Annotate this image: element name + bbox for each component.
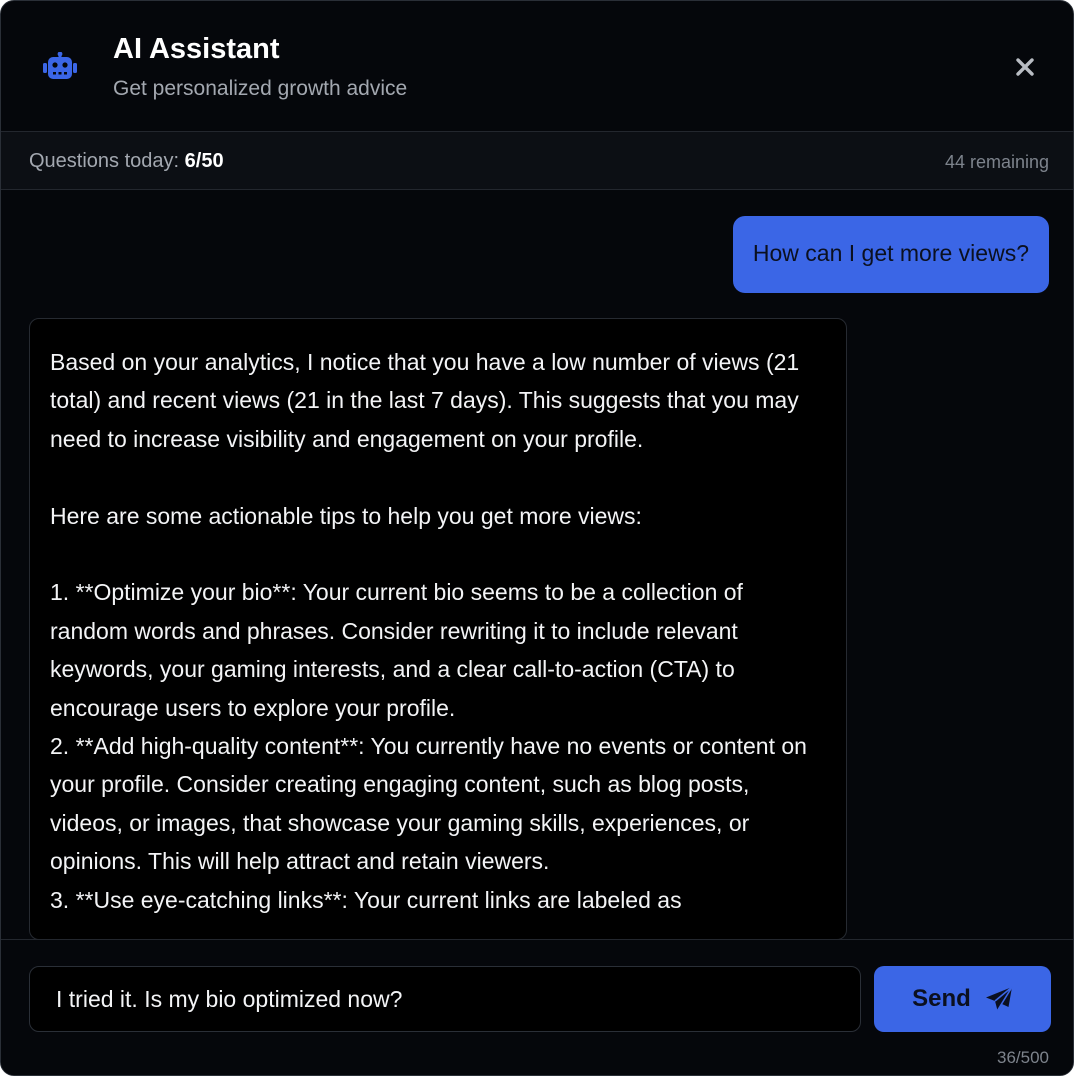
message-input[interactable] (29, 966, 861, 1032)
panel-subtitle: Get personalized growth advice (113, 77, 408, 100)
character-count: 36/500 (997, 1048, 1049, 1067)
paper-plane-icon (985, 986, 1013, 1011)
quota-count: 6/50 (184, 150, 224, 172)
close-icon (1016, 58, 1034, 76)
assistant-message: Based on your analytics, I notice that y… (29, 318, 847, 939)
close-button[interactable] (1009, 51, 1041, 83)
user-message: How can I get more views? (732, 216, 1049, 293)
panel-title: AI Assistant (113, 33, 280, 65)
panel-header: AI Assistant Get personalized growth adv… (1, 1, 1073, 132)
send-button-label: Send (912, 985, 971, 1012)
send-button[interactable]: Send (874, 966, 1051, 1032)
quota-label: Questions today: 6/50 (29, 150, 224, 173)
quota-label-text: Questions today: (29, 150, 185, 172)
quota-remaining: 44 remaining (944, 152, 1049, 172)
chat-area[interactable]: How can I get more views? Based on your … (1, 190, 1073, 939)
ai-assistant-panel: AI Assistant Get personalized growth adv… (0, 0, 1074, 1076)
question-quota-bar: Questions today: 6/50 44 remaining (1, 132, 1073, 190)
robot-icon (43, 52, 77, 79)
message-composer: Send 36/500 (1, 939, 1073, 1075)
